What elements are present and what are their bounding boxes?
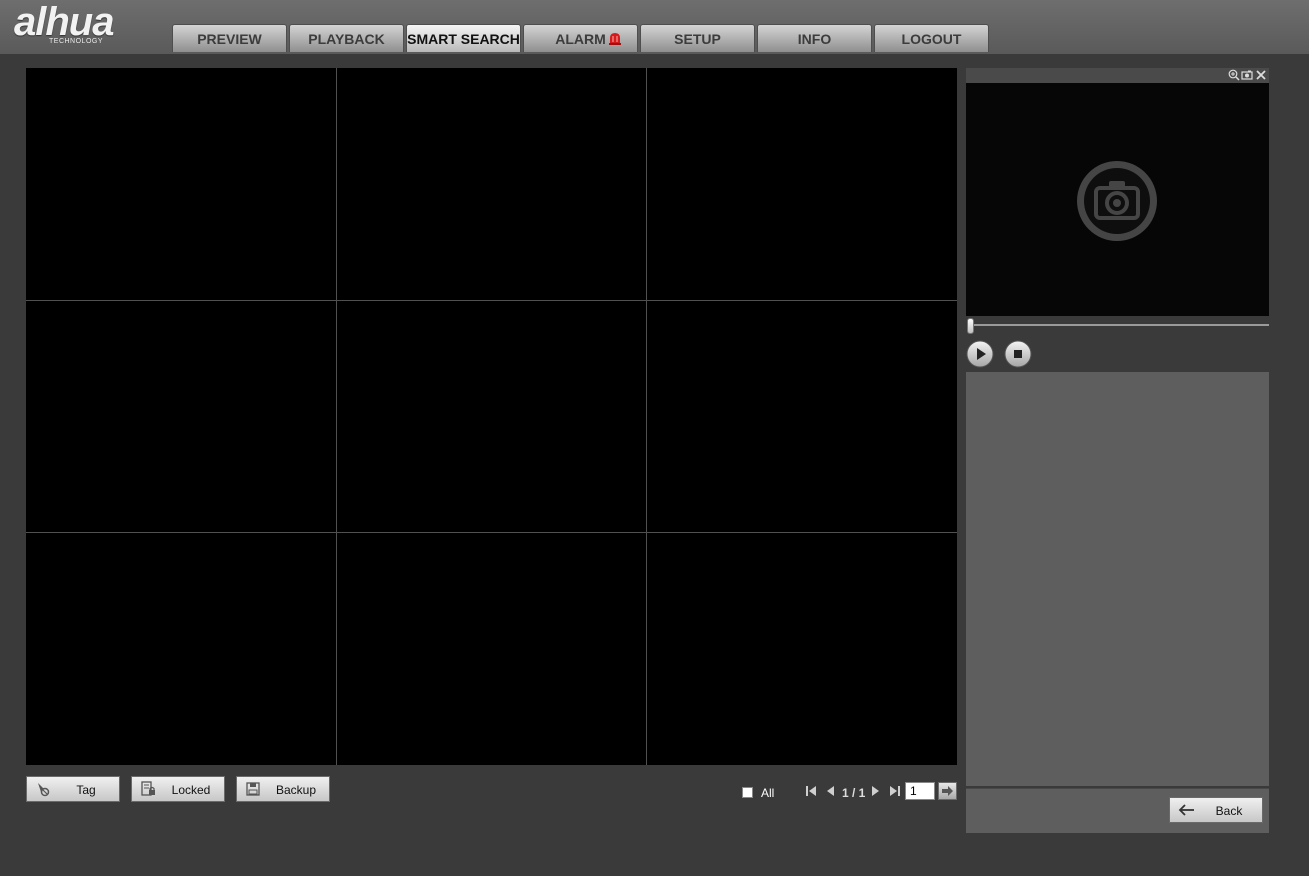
tab-alarm-label: ALARM [555,30,606,47]
tab-setup[interactable]: SETUP [640,24,755,52]
video-cell[interactable] [26,68,336,300]
back-button[interactable]: Back [1169,797,1263,823]
last-page-icon[interactable] [889,785,901,797]
logo-subtext: TECHNOLOGY [49,38,104,45]
progress-track[interactable] [970,324,1269,326]
go-page-button[interactable] [938,782,957,800]
page-number-input[interactable] [905,782,935,800]
video-cell[interactable] [647,533,957,765]
prev-page-icon[interactable] [824,785,836,797]
result-list [966,372,1269,786]
preview-panel: Back [966,68,1269,833]
lock-icon [141,781,155,796]
select-all-label: All [761,786,775,800]
video-cell[interactable] [336,68,647,300]
first-page-icon[interactable] [805,785,817,797]
back-button-label: Back [1215,804,1243,818]
video-cell[interactable] [336,300,647,533]
tab-playback[interactable]: PLAYBACK [289,24,404,52]
close-icon[interactable] [1255,69,1267,81]
locked-button[interactable]: Locked [131,776,225,802]
tag-icon [38,783,50,797]
zoom-in-icon[interactable] [1228,69,1240,81]
backup-button[interactable]: Backup [236,776,330,802]
preview-video[interactable] [966,83,1269,316]
alarm-bell-icon [609,33,621,45]
floppy-disk-icon [246,782,260,796]
playback-progress [966,316,1269,338]
page-indicator: 1 / 1 [842,786,866,800]
next-page-icon[interactable] [870,785,882,797]
tag-button[interactable]: Tag [26,776,120,802]
locked-button-label: Locked [171,783,211,797]
stop-icon[interactable] [1004,340,1032,368]
tab-info[interactable]: INFO [757,24,872,52]
brand-logo: alhua TECHNOLOGY [14,0,144,46]
arrow-left-icon [1178,804,1194,816]
video-cell[interactable] [336,533,647,765]
panel-header [966,68,1269,83]
backup-button-label: Backup [275,783,317,797]
tag-button-label: Tag [76,783,96,797]
tab-alarm[interactable]: ALARM [523,24,638,52]
tab-logout[interactable]: LOGOUT [874,24,989,52]
play-icon[interactable] [966,340,994,368]
arrow-right-icon [942,786,953,796]
no-camera-icon [1077,161,1157,241]
video-grid [26,68,957,765]
video-cell[interactable] [647,68,957,300]
top-bar: alhua TECHNOLOGY PREVIEW PLAYBACK SMART … [0,0,1309,54]
tab-preview[interactable]: PREVIEW [172,24,287,52]
select-all-checkbox[interactable] [742,787,753,798]
tab-smart-search[interactable]: SMART SEARCH [406,24,521,52]
video-cell[interactable] [26,533,336,765]
snapshot-icon[interactable] [1241,69,1253,81]
progress-slider-handle[interactable] [967,318,974,334]
video-cell[interactable] [647,300,957,533]
panel-footer: Back [966,788,1269,833]
video-cell[interactable] [26,300,336,533]
